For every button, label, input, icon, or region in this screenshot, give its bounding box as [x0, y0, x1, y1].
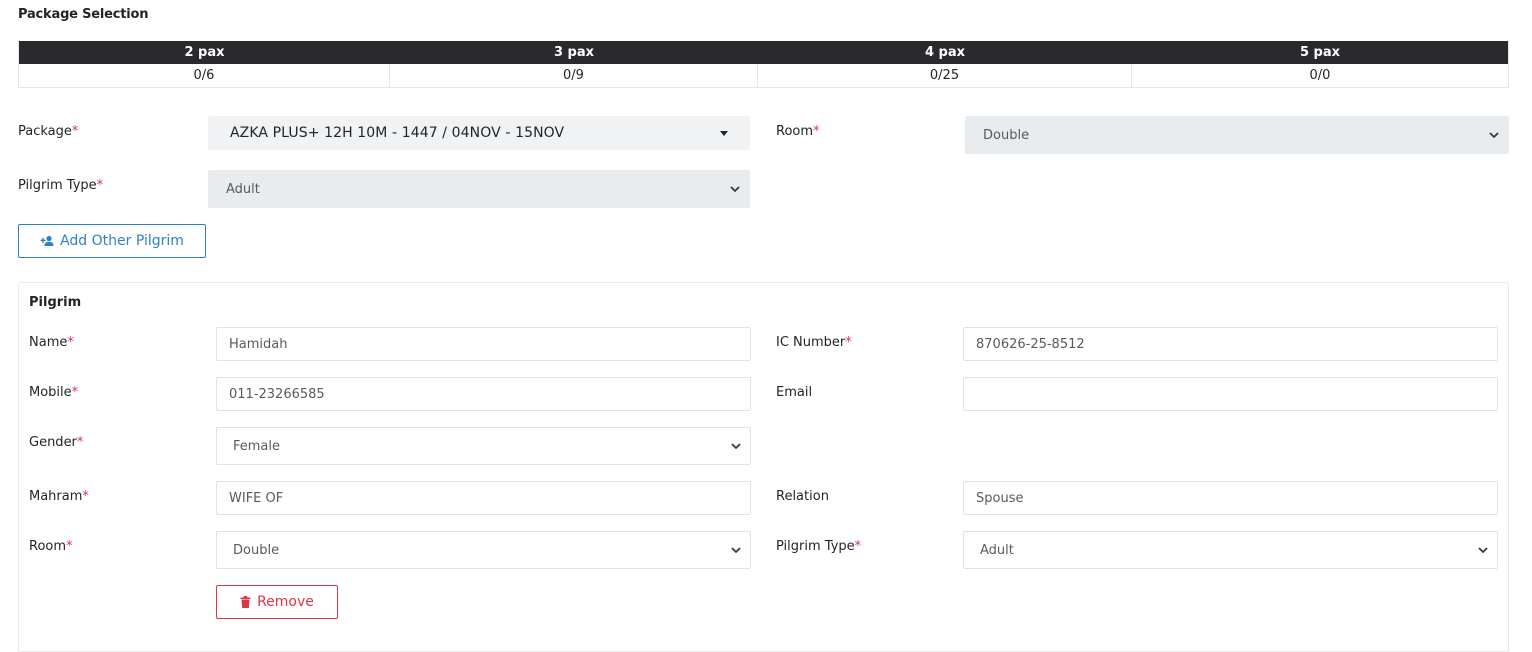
chevron-down-icon — [730, 186, 740, 193]
ic-number-input-value: 870626-25-8512 — [976, 336, 1085, 352]
pilgrim-pilgrim-type-label: Pilgrim Type* — [776, 539, 861, 554]
chevron-down-icon — [1489, 132, 1499, 139]
pilgrim-room-label: Room* — [29, 539, 73, 554]
mahram-label: Mahram* — [29, 489, 89, 504]
required-mark: * — [71, 124, 79, 139]
pax-header-cell: 2 pax — [184, 45, 225, 60]
required-mark: * — [71, 385, 79, 400]
ic-number-input[interactable]: 870626-25-8512 — [963, 327, 1498, 361]
pax-value-cell: 0/9 — [390, 64, 758, 87]
remove-label: Remove — [257, 594, 314, 610]
ic-number-label: IC Number* — [776, 335, 852, 350]
trash-icon — [240, 596, 251, 608]
package-select-value: AZKA PLUS+ 12H 10M - 1447 / 04NOV - 15NO… — [230, 125, 565, 141]
mobile-label: Mobile* — [29, 385, 78, 400]
name-label-text: Name — [29, 335, 68, 350]
mobile-input-value: 011-23266585 — [229, 386, 325, 402]
pax-table-header: 2 pax 3 pax 4 pax 5 pax — [19, 41, 1508, 64]
email-input[interactable] — [963, 377, 1498, 411]
pilgrim-type-select-value: Adult — [226, 181, 260, 197]
pax-value-cell: 0/0 — [1309, 68, 1331, 83]
pilgrim-type-label: Pilgrim Type* — [18, 178, 103, 193]
pax-table-row: 0/6 0/9 0/25 0/0 — [19, 64, 1508, 87]
package-select[interactable]: AZKA PLUS+ 12H 10M - 1447 / 04NOV - 15NO… — [208, 116, 750, 150]
mahram-input-value: WIFE OF — [229, 490, 284, 506]
pilgrim-pilgrim-type-label-text: Pilgrim Type — [776, 539, 855, 554]
room-label: Room* — [776, 124, 820, 139]
required-mark: * — [67, 335, 74, 350]
required-mark: * — [66, 539, 73, 554]
name-input[interactable]: Hamidah — [216, 327, 751, 361]
pilgrim-room-label-text: Room — [29, 539, 67, 554]
required-mark: * — [96, 178, 104, 193]
room-select-value: Double — [983, 127, 1030, 143]
relation-label-text: Relation — [776, 489, 829, 504]
name-label: Name* — [29, 335, 74, 350]
chevron-down-icon — [731, 443, 741, 450]
package-label: Package* — [18, 124, 78, 139]
pilgrim-room-select-value: Double — [233, 542, 280, 558]
add-other-pilgrim-button[interactable]: Add Other Pilgrim — [18, 224, 206, 258]
required-mark: * — [845, 335, 852, 350]
pilgrim-card-title: Pilgrim — [29, 295, 82, 310]
pilgrim-room-select[interactable]: Double — [216, 531, 751, 569]
room-label-text: Room — [776, 124, 814, 139]
email-label-text: Email — [776, 385, 813, 400]
remove-pilgrim-button[interactable]: Remove — [216, 585, 338, 619]
pilgrim-type-select[interactable]: Adult — [208, 170, 750, 208]
relation-input-value: Spouse — [976, 490, 1024, 506]
chevron-down-icon — [731, 547, 741, 554]
email-label: Email — [776, 385, 812, 400]
required-mark: * — [854, 539, 862, 554]
name-input-value: Hamidah — [229, 336, 288, 352]
pax-value-cell: 0/6 — [19, 64, 390, 87]
relation-label: Relation — [776, 489, 829, 504]
gender-label: Gender* — [29, 435, 83, 450]
required-mark: * — [813, 124, 820, 139]
pilgrim-pilgrim-type-select[interactable]: Adult — [963, 531, 1498, 569]
package-label-text: Package — [18, 124, 72, 139]
pilgrim-pilgrim-type-select-value: Adult — [980, 542, 1014, 558]
mahram-input[interactable]: WIFE OF — [216, 481, 751, 515]
gender-select-value: Female — [233, 438, 281, 454]
chevron-down-icon — [1478, 547, 1488, 554]
pax-header-cell: 4 pax — [924, 45, 966, 60]
required-mark: * — [82, 489, 89, 504]
gender-label-text: Gender — [29, 435, 77, 450]
ic-number-label-text: IC Number — [776, 335, 846, 350]
required-mark: * — [76, 435, 84, 450]
mobile-label-text: Mobile — [29, 385, 72, 400]
pax-header-cell: 3 pax — [553, 45, 595, 60]
mobile-input[interactable]: 011-23266585 — [216, 377, 751, 411]
pax-header-cell: 5 pax — [1299, 45, 1341, 60]
gender-select[interactable]: Female — [216, 427, 751, 465]
caret-down-icon — [720, 131, 728, 136]
add-other-pilgrim-label: Add Other Pilgrim — [60, 233, 184, 249]
mahram-label-text: Mahram — [29, 489, 83, 504]
room-select[interactable]: Double — [965, 116, 1509, 154]
user-plus-icon — [40, 235, 54, 246]
section-title: Package Selection — [18, 7, 149, 22]
relation-input[interactable]: Spouse — [963, 481, 1498, 515]
pax-value-cell: 0/25 — [758, 64, 1132, 87]
pax-availability-table: 2 pax 3 pax 4 pax 5 pax 0/6 0/9 0/25 0/0 — [18, 41, 1509, 88]
pilgrim-type-label-text: Pilgrim Type — [18, 178, 97, 193]
